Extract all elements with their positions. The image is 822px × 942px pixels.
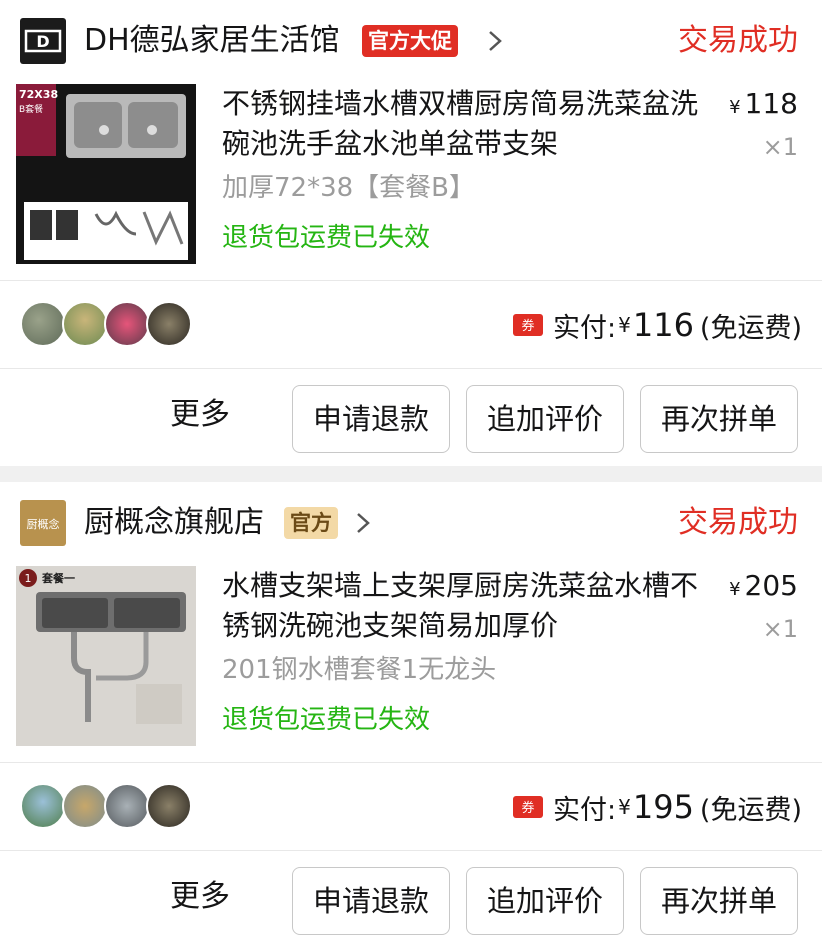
- paid-label: 实付:: [553, 794, 617, 826]
- order-card: D DH德弘家居生活馆 官方大促 交易成功 72X38 B套餐 不锈钢挂墙水槽双…: [0, 0, 822, 466]
- order-card: 厨概念 厨概念旗舰店 官方 交易成功 1 套餐一 水槽支架墙上支架厚厨房洗菜盆水…: [0, 482, 822, 942]
- action-row: 更多 申请退款 追加评价 再次拼单: [0, 851, 822, 942]
- shop-name: DH德弘家居生活馆: [84, 23, 340, 58]
- svg-text:1: 1: [25, 572, 32, 585]
- coupon-icon: 券: [513, 796, 543, 818]
- payment-row: 券 实付: ¥ 116 (免运费): [0, 281, 822, 367]
- shop-header[interactable]: D DH德弘家居生活馆 官方大促 交易成功: [0, 0, 822, 80]
- avatar: [20, 301, 66, 347]
- product-spec: 201钢水槽套餐1无龙头: [222, 655, 497, 685]
- paid-label: 实付:: [553, 312, 617, 344]
- product-item[interactable]: 1 套餐一 水槽支架墙上支架厚厨房洗菜盆水槽不锈钢洗碗池支架简易加厚价 201钢…: [0, 566, 822, 762]
- action-row: 更多 申请退款 追加评价 再次拼单: [0, 369, 822, 465]
- return-shipping-note: 退货包运费已失效: [222, 223, 431, 253]
- chevron-right-icon: [489, 31, 502, 51]
- product-image[interactable]: 72X38 B套餐: [16, 84, 196, 264]
- svg-text:套餐一: 套餐一: [42, 571, 75, 585]
- shop-header[interactable]: 厨概念 厨概念旗舰店 官方 交易成功: [0, 482, 822, 562]
- refund-button[interactable]: 申请退款: [292, 867, 450, 935]
- paid-amount: 券 实付: ¥ 116 (免运费): [513, 303, 802, 347]
- avatar: [62, 301, 108, 347]
- svg-text:厨概念: 厨概念: [27, 517, 60, 531]
- payment-row: 券 实付: ¥ 195 (免运费): [0, 763, 822, 849]
- product-title[interactable]: 不锈钢挂墙水槽双槽厨房简易洗菜盆洗碗池洗手盆水池单盆带支架: [222, 84, 712, 164]
- currency-symbol: ¥: [618, 795, 631, 819]
- currency-symbol: ¥: [729, 579, 741, 600]
- currency-symbol: ¥: [729, 97, 741, 118]
- shop-logo: 厨概念: [20, 500, 66, 546]
- shop-tag-badge: 官方: [284, 507, 338, 539]
- product-image[interactable]: 1 套餐一: [16, 566, 196, 746]
- shipping-note: (免运费): [699, 794, 802, 826]
- reorder-button[interactable]: 再次拼单: [640, 385, 798, 453]
- avatar: [104, 301, 150, 347]
- group-avatars: [20, 783, 200, 829]
- price-value: 118: [744, 87, 798, 120]
- order-status: 交易成功: [678, 23, 798, 58]
- product-item[interactable]: 72X38 B套餐 不锈钢挂墙水槽双槽厨房简易洗菜盆洗碗池洗手盆水池单盆带支架 …: [0, 84, 822, 280]
- paid-value: 116: [632, 306, 694, 344]
- currency-symbol: ¥: [618, 313, 631, 337]
- chevron-right-icon: [357, 513, 370, 533]
- shipping-note: (免运费): [699, 312, 802, 344]
- product-title[interactable]: 水槽支架墙上支架厚厨房洗菜盆水槽不锈钢洗碗池支架简易加厚价: [222, 566, 712, 646]
- product-price: ¥205: [729, 568, 798, 608]
- paid-amount: 券 实付: ¥ 195 (免运费): [513, 785, 802, 829]
- avatar: [62, 783, 108, 829]
- shop-name: 厨概念旗舰店: [84, 505, 264, 540]
- reorder-button[interactable]: 再次拼单: [640, 867, 798, 935]
- avatar: [146, 783, 192, 829]
- order-status: 交易成功: [678, 505, 798, 540]
- svg-text:72X38: 72X38: [19, 88, 58, 101]
- shop-tag-badge: 官方大促: [362, 25, 458, 57]
- paid-value: 195: [632, 788, 694, 826]
- avatar: [146, 301, 192, 347]
- add-review-button[interactable]: 追加评价: [466, 385, 624, 453]
- product-price: ¥118: [729, 86, 798, 126]
- svg-text:券: 券: [521, 318, 534, 334]
- svg-text:券: 券: [521, 800, 534, 816]
- svg-text:D: D: [36, 32, 49, 51]
- coupon-icon: 券: [513, 314, 543, 336]
- product-quantity: ×1: [762, 133, 798, 161]
- svg-text:B套餐: B套餐: [19, 103, 43, 115]
- price-value: 205: [744, 569, 798, 602]
- product-spec: 加厚72*38【套餐B】: [222, 173, 476, 203]
- more-button[interactable]: 更多: [170, 393, 230, 437]
- refund-button[interactable]: 申请退款: [292, 385, 450, 453]
- shop-logo: D: [20, 18, 66, 64]
- avatar: [104, 783, 150, 829]
- order-separator: [0, 466, 822, 482]
- product-quantity: ×1: [762, 615, 798, 643]
- return-shipping-note: 退货包运费已失效: [222, 705, 431, 735]
- add-review-button[interactable]: 追加评价: [466, 867, 624, 935]
- avatar: [20, 783, 66, 829]
- more-button[interactable]: 更多: [170, 875, 230, 919]
- group-avatars: [20, 301, 200, 347]
